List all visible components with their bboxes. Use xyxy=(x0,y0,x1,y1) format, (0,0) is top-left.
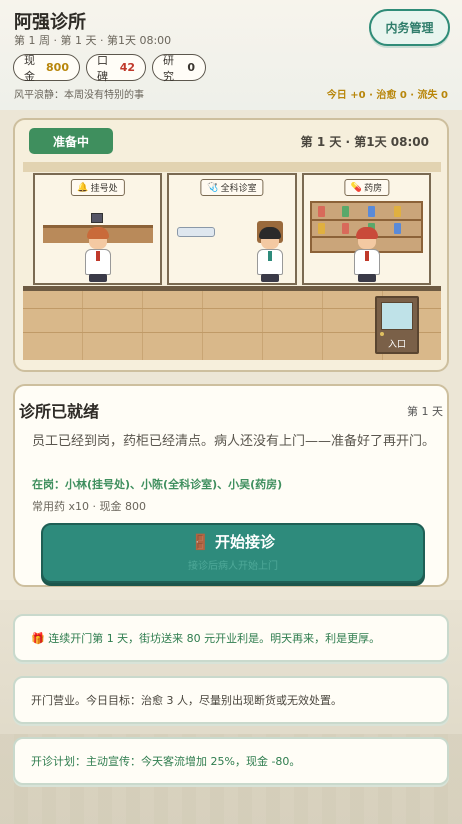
reputation-value: 42 xyxy=(119,61,135,74)
room-registration[interactable]: 🔔 挂号处 xyxy=(33,173,162,285)
room-label: 挂号处 xyxy=(90,184,118,194)
card-description: 员工已经到岗，药柜已经清点。病人还没有上门——准备好了再开门。 xyxy=(32,434,436,449)
date-subtitle: 第 1 周 · 第 1 天 · 第1天 08:00 xyxy=(14,34,172,47)
door-icon: 🚪 xyxy=(191,533,210,551)
exam-bed xyxy=(177,227,215,237)
room-consultation[interactable]: 🩺 全科诊室 xyxy=(167,173,297,285)
reputation-label: 口碑 xyxy=(97,53,108,83)
log-item: 开诊计划：主动宣传：今天客流增加 25%，现金 -80。 xyxy=(13,737,449,785)
pill-icon: 💊 xyxy=(350,182,363,193)
today-summary: 今日 +0 · 治愈 0 · 流失 0 xyxy=(326,90,448,101)
research-value: 0 xyxy=(187,61,195,74)
cash-stat: 现金 800 xyxy=(13,53,80,83)
wall-top xyxy=(23,162,441,172)
room-label: 药房 xyxy=(364,184,383,194)
monitor-icon xyxy=(91,213,103,223)
room-sign-consultation: 🩺 全科诊室 xyxy=(200,179,264,196)
start-button-hint: 接诊后病人开始上门 xyxy=(188,561,278,572)
card-day: 第 1 天 xyxy=(407,405,443,418)
ready-card: 诊所已就绪 第 1 天 员工已经到岗，药柜已经清点。病人还没有上门——准备好了再… xyxy=(13,384,449,587)
bell-icon: 🔔 xyxy=(77,182,89,193)
log-item: 🎁 连续开门第 1 天，街坊送来 80 元开业利是。明天再来，利是更厚。 xyxy=(13,614,449,662)
room-pharmacy[interactable]: 💊 药房 xyxy=(302,173,431,285)
staff-on-duty: 在岗：小林(挂号处)、小陈(全科诊室)、小吴(药房) xyxy=(32,478,283,491)
research-label: 研究 xyxy=(163,53,174,83)
start-button-row: 🚪 开始接诊 xyxy=(43,531,423,552)
weather-text: 风平浪静：本周没有特别的事 xyxy=(14,90,144,101)
staff-xiaochen[interactable] xyxy=(255,227,285,283)
clinic-scene: 准备中 第 1 天 · 第1天 08:00 🔔 挂号处 🩺 全科诊室 💊 药房 … xyxy=(13,118,449,372)
staff-xiaowu[interactable] xyxy=(352,227,382,283)
staff-xiaolin[interactable] xyxy=(83,227,113,283)
medicine-summary: 常用药 x10 · 现金 800 xyxy=(32,500,146,513)
admin-button[interactable]: 内务管理 xyxy=(369,9,450,46)
cash-value: 800 xyxy=(46,61,69,74)
research-stat: 研究 0 xyxy=(152,53,206,83)
cash-label: 现金 xyxy=(24,53,35,83)
start-button-label: 开始接诊 xyxy=(214,533,275,551)
entrance-door[interactable]: 入口 xyxy=(375,296,419,354)
reputation-stat: 口碑 42 xyxy=(86,53,146,83)
stethoscope-icon: 🩺 xyxy=(207,182,219,193)
log-item: 开门营业。今日目标：治愈 3 人，尽量别出现断货或无效处置。 xyxy=(13,676,449,724)
room-sign-registration: 🔔 挂号处 xyxy=(70,179,125,196)
card-title: 诊所已就绪 xyxy=(19,402,100,421)
room-label: 全科诊室 xyxy=(220,184,257,194)
status-badge: 准备中 xyxy=(29,128,113,154)
room-sign-pharmacy: 💊 药房 xyxy=(343,179,390,196)
scene-time: 第 1 天 · 第1天 08:00 xyxy=(300,135,429,149)
door-label: 入口 xyxy=(387,340,406,350)
start-consultation-button[interactable]: 🚪 开始接诊 接诊后病人开始上门 xyxy=(41,523,425,583)
clinic-title: 阿强诊所 xyxy=(14,12,86,33)
